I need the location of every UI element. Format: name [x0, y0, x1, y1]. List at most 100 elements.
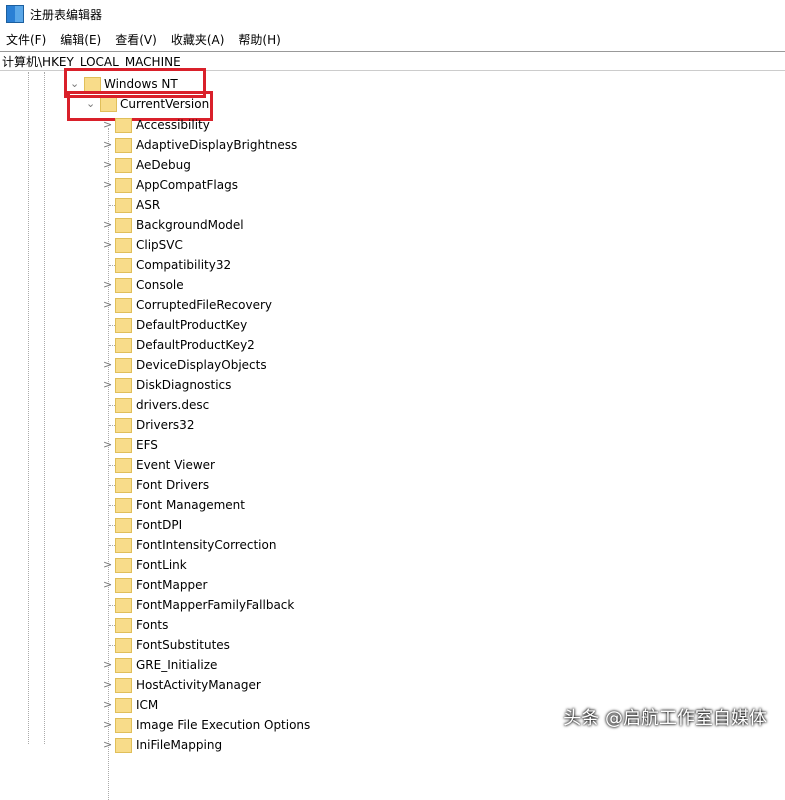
chevron-right-icon[interactable]: > — [103, 135, 112, 155]
chevron-right-icon[interactable]: > — [103, 715, 112, 735]
folder-icon — [115, 538, 132, 553]
folder-icon — [115, 138, 132, 153]
tree-node[interactable]: Compatibility32 — [100, 255, 400, 275]
tree-node[interactable]: > IniFileMapping — [100, 735, 400, 755]
node-label: FontLink — [136, 558, 187, 572]
node-label: FontSubstitutes — [136, 638, 230, 652]
tree-node[interactable]: Event Viewer — [100, 455, 400, 475]
tree-node[interactable]: FontSubstitutes — [100, 635, 400, 655]
node-label: Console — [136, 278, 184, 292]
tree-node[interactable]: > DiskDiagnostics — [100, 375, 400, 395]
tree-node[interactable]: > BackgroundModel — [100, 215, 400, 235]
folder-icon — [115, 478, 132, 493]
folder-icon — [115, 258, 132, 273]
tree-node[interactable]: > DeviceDisplayObjects — [100, 355, 400, 375]
tree-node[interactable]: Font Management — [100, 495, 400, 515]
node-label: DeviceDisplayObjects — [136, 358, 267, 372]
folder-icon — [115, 678, 132, 693]
chevron-right-icon[interactable]: > — [103, 175, 112, 195]
node-label: Drivers32 — [136, 418, 195, 432]
folder-icon — [115, 658, 132, 673]
node-label: ASR — [136, 198, 161, 212]
tree-line — [44, 72, 45, 744]
chevron-right-icon[interactable]: > — [103, 555, 112, 575]
folder-icon — [115, 558, 132, 573]
chevron-right-icon[interactable]: > — [103, 375, 112, 395]
node-label: DefaultProductKey2 — [136, 338, 255, 352]
folder-icon — [115, 198, 132, 213]
tree-node[interactable]: > AppCompatFlags — [100, 175, 400, 195]
menu-favorites[interactable]: 收藏夹(A) — [171, 30, 225, 50]
folder-icon — [115, 378, 132, 393]
tree-node[interactable]: > ClipSVC — [100, 235, 400, 255]
tree-node[interactable]: > AdaptiveDisplayBrightness — [100, 135, 400, 155]
node-label: FontMapper — [136, 578, 208, 592]
tree-node[interactable]: > AeDebug — [100, 155, 400, 175]
menu-help[interactable]: 帮助(H) — [238, 30, 280, 50]
folder-icon — [115, 618, 132, 633]
tree-node[interactable]: Font Drivers — [100, 475, 400, 495]
chevron-right-icon[interactable]: > — [103, 655, 112, 675]
chevron-right-icon[interactable]: > — [103, 115, 112, 135]
watermark: 头条 @启航工作室自媒体 — [563, 708, 767, 729]
node-label: Event Viewer — [136, 458, 215, 472]
chevron-right-icon[interactable]: > — [103, 235, 112, 255]
node-label: IniFileMapping — [136, 738, 223, 752]
tree-node[interactable]: FontMapperFamilyFallback — [100, 595, 400, 615]
tree-node[interactable]: > GRE_Initialize — [100, 655, 400, 675]
chevron-right-icon[interactable]: > — [103, 355, 112, 375]
folder-icon — [115, 238, 132, 253]
node-label: Image File Execution Options — [136, 718, 311, 732]
chevron-right-icon[interactable]: > — [103, 575, 112, 595]
folder-icon — [115, 718, 132, 733]
node-label: ClipSVC — [136, 238, 183, 252]
chevron-right-icon[interactable]: > — [103, 215, 112, 235]
node-label: Font Management — [136, 498, 245, 512]
menu-edit[interactable]: 编辑(E) — [60, 30, 101, 50]
node-label: AppCompatFlags — [136, 178, 238, 192]
node-label: EFS — [136, 438, 158, 452]
chevron-right-icon[interactable]: > — [103, 275, 112, 295]
tree-node[interactable]: > FontMapper — [100, 575, 400, 595]
tree-node[interactable]: FontIntensityCorrection — [100, 535, 400, 555]
menu-bar: 文件(F) 编辑(E) 查看(V) 收藏夹(A) 帮助(H) — [0, 30, 289, 50]
tree-node[interactable]: > Accessibility — [100, 115, 400, 135]
menu-file[interactable]: 文件(F) — [6, 30, 46, 50]
tree-node[interactable]: ASR — [100, 195, 400, 215]
tree-node[interactable]: Drivers32 — [100, 415, 400, 435]
chevron-right-icon[interactable]: > — [103, 675, 112, 695]
folder-icon — [115, 218, 132, 233]
tree-node[interactable]: > CorruptedFileRecovery — [100, 295, 400, 315]
tree-node[interactable]: > Image File Execution Options — [100, 715, 400, 735]
tree-node[interactable]: > Console — [100, 275, 400, 295]
chevron-right-icon[interactable]: > — [103, 295, 112, 315]
node-label: FontDPI — [136, 518, 183, 532]
menu-view[interactable]: 查看(V) — [115, 30, 157, 50]
folder-icon — [115, 418, 132, 433]
title-bar: 注册表编辑器 — [0, 0, 785, 28]
folder-icon — [115, 498, 132, 513]
folder-icon — [115, 698, 132, 713]
chevron-right-icon[interactable]: > — [103, 435, 112, 455]
chevron-right-icon[interactable]: > — [103, 695, 112, 715]
tree-node[interactable]: > HostActivityManager — [100, 675, 400, 695]
node-label: CorruptedFileRecovery — [136, 298, 273, 312]
tree-node[interactable]: Fonts — [100, 615, 400, 635]
tree-node[interactable]: > FontLink — [100, 555, 400, 575]
node-label: Font Drivers — [136, 478, 210, 492]
regedit-icon — [6, 5, 24, 23]
folder-icon — [115, 518, 132, 533]
node-label: drivers.desc — [136, 398, 210, 412]
tree-node[interactable]: > EFS — [100, 435, 400, 455]
tree-node[interactable]: DefaultProductKey — [100, 315, 400, 335]
node-label: ICM — [136, 698, 159, 712]
folder-icon — [115, 598, 132, 613]
tree-node[interactable]: > ICM — [100, 695, 400, 715]
tree-node[interactable]: FontDPI — [100, 515, 400, 535]
tree-node[interactable]: DefaultProductKey2 — [100, 335, 400, 355]
folder-icon — [115, 158, 132, 173]
tree-node[interactable]: drivers.desc — [100, 395, 400, 415]
chevron-right-icon[interactable]: > — [103, 735, 112, 755]
chevron-right-icon[interactable]: > — [103, 155, 112, 175]
folder-icon — [115, 438, 132, 453]
